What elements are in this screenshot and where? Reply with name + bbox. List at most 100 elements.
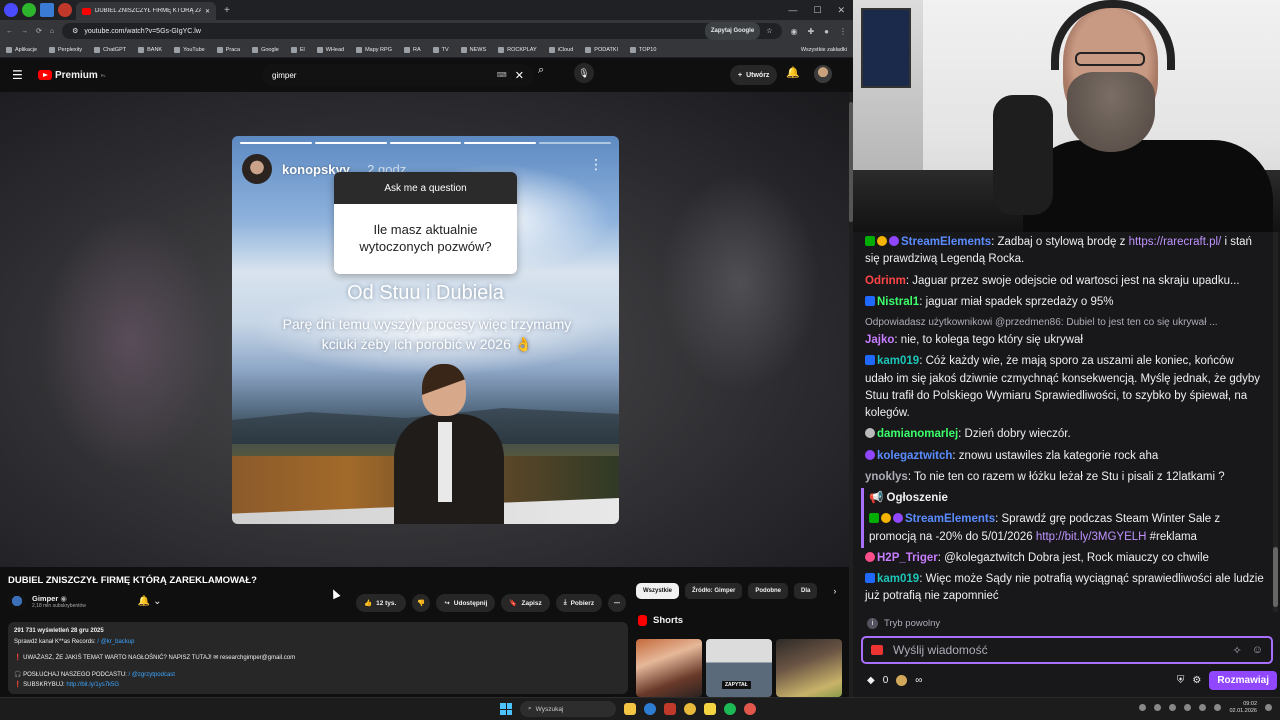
save-button[interactable]: 🔖 Zapisz <box>501 594 550 612</box>
bits-icon[interactable]: ◆ <box>867 675 875 686</box>
tray-app-icon[interactable] <box>1154 704 1162 712</box>
bookmark-item[interactable]: WHead <box>316 46 344 53</box>
chat-username[interactable]: kam019 <box>877 355 919 367</box>
channel-points-icon[interactable] <box>896 674 908 686</box>
chat-link[interactable]: https://rarecraft.pl/ <box>1129 236 1222 248</box>
channel-name[interactable]: Gimper ◉ <box>32 594 86 603</box>
spotify-icon[interactable] <box>724 703 736 715</box>
description-link[interactable]: / @kr_backup <box>97 639 134 645</box>
chat-username[interactable]: damianomarlej <box>877 428 958 440</box>
description-link[interactable]: / @zgrzytpodcast <box>129 672 175 678</box>
chat-username[interactable]: ynoklys <box>865 471 908 483</box>
chat-messages[interactable]: StreamElements: Zadbaj o stylową brodę z… <box>861 232 1268 610</box>
tab-favicon[interactable] <box>58 3 72 17</box>
subscribed-bell-icon[interactable]: 🔔 ⌄ <box>138 596 162 607</box>
chat-scrollbar[interactable] <box>1273 232 1278 612</box>
maximize-icon[interactable]: ☐ <box>813 5 821 16</box>
close-icon[interactable]: ✕ <box>205 8 210 15</box>
bookmark-item[interactable]: Praca <box>216 46 240 53</box>
chat-username[interactable]: Nistral1 <box>877 296 919 308</box>
clear-search-icon[interactable]: ✕ <box>515 69 524 82</box>
account-avatar[interactable] <box>814 65 832 83</box>
bookmark-item[interactable]: ROCKPLAY <box>498 46 537 53</box>
chat-username[interactable]: Odrinm <box>865 275 906 287</box>
more-actions-button[interactable]: ⋯ <box>608 594 627 612</box>
create-button[interactable]: + Utwórz <box>730 65 778 85</box>
minimize-icon[interactable]: — <box>788 5 797 16</box>
channel-avatar[interactable] <box>8 592 26 610</box>
settings-gear-icon[interactable]: ⚙ <box>1192 675 1201 686</box>
share-button[interactable]: ↪ Udostępnij <box>436 594 496 612</box>
sparkle-icon[interactable]: ✧ <box>1233 644 1242 657</box>
chat-link[interactable]: http://bit.ly/3MGYELH <box>1036 531 1147 543</box>
taskbar-search[interactable]: ⌕ Wyszukaj <box>520 701 616 717</box>
chat-username[interactable]: StreamElements <box>901 236 991 248</box>
bookmark-item[interactable]: Aplikacje <box>6 46 37 53</box>
download-button[interactable]: ⤓ Pobierz <box>555 594 603 612</box>
chat-username[interactable]: Jajko <box>865 334 894 346</box>
chat-send-button[interactable]: Rozmawiaj <box>1209 670 1277 690</box>
bookmark-item[interactable]: BANK <box>138 46 162 53</box>
video-player[interactable]: konopskyy_ 2 godz. ⋮ Ask me a question I… <box>0 92 849 567</box>
bookmark-item[interactable]: RA <box>403 46 421 53</box>
extension-icon[interactable]: ◉ <box>790 27 797 36</box>
description-link[interactable]: http://bit.ly/1ys7k5G <box>66 682 119 688</box>
keyboard-icon[interactable]: ⌨ <box>497 71 507 79</box>
volume-icon[interactable] <box>1214 704 1222 712</box>
filter-chip[interactable]: Podobne <box>748 583 789 599</box>
chat-username[interactable]: kam019 <box>877 573 919 585</box>
puzzle-icon[interactable]: ✚ <box>807 27 814 36</box>
menu-hamburger-icon[interactable]: ☰ <box>12 68 32 82</box>
chat-username[interactable]: StreamElements <box>905 513 995 525</box>
bookmark-item[interactable]: Google <box>252 46 279 53</box>
chrome-active-icon[interactable] <box>744 703 756 715</box>
bookmark-item[interactable]: YouTube <box>174 46 205 53</box>
tray-chevron-icon[interactable] <box>1139 704 1147 712</box>
chat-badge-icon[interactable] <box>871 645 883 655</box>
shield-icon[interactable]: ⛨ <box>1177 675 1185 686</box>
tab-favicon[interactable] <box>40 3 54 17</box>
short-thumbnail[interactable] <box>636 639 702 697</box>
address-bar[interactable]: ⚙ youtube.com/watch?v=5Gs-GIgYC.lw Zapyt… <box>62 22 783 40</box>
notifications-icon[interactable] <box>1265 704 1272 712</box>
notifications-bell-icon[interactable]: 🔔 <box>786 66 800 79</box>
bookmark-item[interactable]: NEWS <box>460 46 486 53</box>
emote-smile-icon[interactable]: ☺ <box>1252 644 1263 656</box>
bookmark-item[interactable]: Perplexity <box>49 46 82 53</box>
home-icon[interactable]: ⌂ <box>50 28 54 35</box>
bookmark-item[interactable]: El <box>290 46 305 53</box>
chat-username[interactable]: H2P_Triger <box>877 552 938 564</box>
back-icon[interactable]: ← <box>6 28 13 35</box>
filter-chip[interactable]: Dla <box>794 583 818 599</box>
tray-app-icon[interactable] <box>1184 704 1192 712</box>
chat-input[interactable] <box>893 643 1223 657</box>
reload-icon[interactable]: ⟳ <box>36 27 42 35</box>
network-icon[interactable] <box>1199 704 1207 712</box>
tab-favicon[interactable] <box>22 3 36 17</box>
tab-favicon[interactable] <box>4 3 18 17</box>
site-info-icon[interactable]: ⚙ <box>72 27 78 35</box>
video-description[interactable]: 291 731 wyświetleń 28 gru 2025 Sprawdź k… <box>8 622 628 694</box>
short-thumbnail[interactable]: ZAPYTAŁ <box>706 639 772 697</box>
forward-icon[interactable]: → <box>21 28 28 35</box>
app-icon[interactable] <box>664 703 676 715</box>
tab-active[interactable]: DUBIEL ZNISZCZYŁ FIRMĘ KTÓRĄ ZAREKLAMOWA… <box>76 2 216 20</box>
bookmark-item[interactable]: Mapy RPG <box>356 46 392 53</box>
bookmark-item[interactable]: TOP10 <box>630 46 656 53</box>
bookmark-item[interactable]: iCloud <box>548 46 573 53</box>
search-input[interactable]: gimper ⌨ ✕ <box>262 64 534 86</box>
windows-start-icon[interactable] <box>500 703 512 715</box>
new-tab-button[interactable]: + <box>220 5 234 16</box>
chat-input-box[interactable]: ✧ ☺ <box>861 636 1273 664</box>
filter-chip[interactable]: Źródło: Gimper <box>685 583 743 599</box>
close-icon[interactable]: ✕ <box>837 5 845 16</box>
clock[interactable]: 09:02 02.01.2026 <box>1229 701 1257 715</box>
bookmark-star-icon[interactable]: ☆ <box>766 27 772 35</box>
dislike-button[interactable]: 👎 <box>412 594 431 612</box>
ask-google-button[interactable]: Zapytaj Google <box>704 22 761 40</box>
like-button[interactable]: 👍 12 tys. <box>356 594 407 612</box>
chat-username[interactable]: kolegaztwitch <box>877 450 952 462</box>
edge-icon[interactable] <box>644 703 656 715</box>
filter-chip[interactable]: Wszystkie <box>636 583 680 599</box>
youtube-logo[interactable]: Premium PL <box>38 70 106 81</box>
